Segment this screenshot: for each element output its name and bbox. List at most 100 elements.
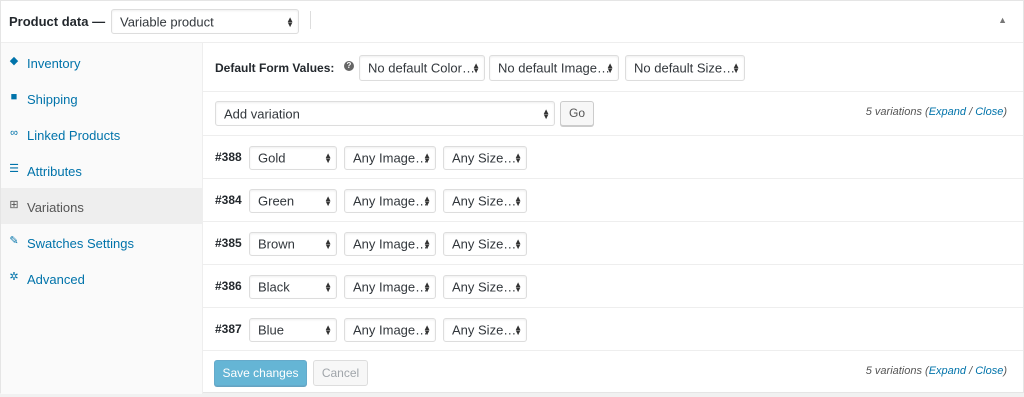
select-arrows-icon: ▲ ▼ xyxy=(542,106,550,121)
default-color-value: No default Color… xyxy=(368,60,475,76)
bulk-action-value: Add variation xyxy=(224,106,300,121)
collapse-toggle-icon[interactable]: ▲ xyxy=(998,15,1007,25)
expand-link[interactable]: Expand xyxy=(929,106,966,118)
count-text: 5 variations ( xyxy=(865,106,929,118)
tab-shipping[interactable]: ■ Shipping xyxy=(1,80,202,116)
divider xyxy=(203,91,1023,92)
variation-color-value: Blue xyxy=(258,322,285,338)
variations-panel: Default Form Values: ? No default Color…… xyxy=(203,43,1023,394)
variation-color-select[interactable]: Blue ▲ ▼ xyxy=(249,318,337,342)
inventory-icon: ◆ xyxy=(9,55,19,67)
select-arrows-icon: ▲ ▼ xyxy=(514,280,522,294)
tab-inventory[interactable]: ◆ Inventory xyxy=(1,44,202,80)
tab-label: Advanced xyxy=(27,272,85,287)
variation-size-value: Any Size… xyxy=(452,150,517,166)
select-arrows-icon: ▲ ▼ xyxy=(514,194,522,208)
variation-size-value: Any Size… xyxy=(452,193,517,209)
tab-label: Linked Products xyxy=(27,128,121,143)
variation-image-value: Any Image… xyxy=(353,236,429,252)
default-image-select[interactable]: No default Image… ▲ ▼ xyxy=(489,55,619,81)
bulk-action-select[interactable]: Add variation ▲ ▼ xyxy=(215,101,555,126)
select-arrows-icon: ▲ ▼ xyxy=(423,323,431,337)
select-arrows-icon: ▲ ▼ xyxy=(514,323,522,337)
select-arrows-icon: ▲ ▼ xyxy=(324,151,332,165)
variation-size-select[interactable]: Any Size… ▲ ▼ xyxy=(443,275,527,299)
variation-id: #388 xyxy=(215,150,242,164)
select-arrows-icon: ▲ ▼ xyxy=(324,194,332,208)
go-button[interactable]: Go xyxy=(560,101,594,126)
variation-image-select[interactable]: Any Image… ▲ ▼ xyxy=(344,146,436,170)
variation-id: #385 xyxy=(215,236,242,250)
tab-label: Variations xyxy=(27,200,84,215)
variation-row[interactable]: #386 Black ▲ ▼ Any Image… ▲ ▼ Any Size… ▲ ▼ xyxy=(203,265,1023,308)
variation-size-value: Any Size… xyxy=(452,236,517,252)
header-divider xyxy=(310,11,311,29)
select-arrows-icon: ▲ ▼ xyxy=(423,194,431,208)
variation-size-select[interactable]: Any Size… ▲ ▼ xyxy=(443,189,527,213)
tab-advanced[interactable]: ✲ Advanced xyxy=(1,260,202,296)
variation-row[interactable]: #387 Blue ▲ ▼ Any Image… ▲ ▼ Any Size… ▲ ▼ xyxy=(203,308,1023,351)
count-separator: / xyxy=(966,365,976,377)
variation-color-select[interactable]: Green ▲ ▼ xyxy=(249,189,337,213)
tab-swatches-settings[interactable]: ✎ Swatches Settings xyxy=(1,224,202,260)
variation-row[interactable]: #388 Gold ▲ ▼ Any Image… ▲ ▼ Any Size… ▲ ▼ xyxy=(203,136,1023,179)
select-arrows-icon: ▲ ▼ xyxy=(514,151,522,165)
truck-icon: ■ xyxy=(10,91,18,103)
count-end: ) xyxy=(1003,365,1007,377)
list-icon: ☰ xyxy=(9,163,19,175)
variation-color-select[interactable]: Gold ▲ ▼ xyxy=(249,146,337,170)
tab-label: Inventory xyxy=(27,56,81,71)
variation-id: #386 xyxy=(215,279,242,293)
gear-icon: ✲ xyxy=(9,271,19,283)
close-link[interactable]: Close xyxy=(975,365,1003,377)
divider xyxy=(203,350,1023,351)
select-arrows-icon: ▲ ▼ xyxy=(423,151,431,165)
variation-image-select[interactable]: Any Image… ▲ ▼ xyxy=(344,275,436,299)
variation-row[interactable]: #384 Green ▲ ▼ Any Image… ▲ ▼ Any Size… ▲ ▼ xyxy=(203,179,1023,222)
default-color-select[interactable]: No default Color… ▲ ▼ xyxy=(359,55,485,81)
tab-attributes[interactable]: ☰ Attributes xyxy=(1,152,202,188)
variation-image-select[interactable]: Any Image… ▲ ▼ xyxy=(344,189,436,213)
variation-image-value: Any Image… xyxy=(353,150,429,166)
product-type-select[interactable]: Variable product ▲ ▼ xyxy=(111,9,299,34)
variation-image-value: Any Image… xyxy=(353,322,429,338)
cancel-button[interactable]: Cancel xyxy=(313,360,368,386)
variation-color-select[interactable]: Black ▲ ▼ xyxy=(249,275,337,299)
help-icon[interactable]: ? xyxy=(344,61,354,71)
grid-icon: ⊞ xyxy=(9,199,19,211)
wrench-icon: ✎ xyxy=(9,235,19,247)
count-end: ) xyxy=(1003,106,1007,118)
variation-size-select[interactable]: Any Size… ▲ ▼ xyxy=(443,318,527,342)
save-button-label: Save changes xyxy=(222,366,299,380)
variation-size-select[interactable]: Any Size… ▲ ▼ xyxy=(443,232,527,256)
select-arrows-icon: ▲ ▼ xyxy=(423,280,431,294)
tab-label: Swatches Settings xyxy=(27,236,134,251)
variation-image-select[interactable]: Any Image… ▲ ▼ xyxy=(344,318,436,342)
close-link[interactable]: Close xyxy=(975,106,1003,118)
save-changes-button[interactable]: Save changes xyxy=(214,360,307,386)
select-arrows-icon: ▲ ▼ xyxy=(324,323,332,337)
panel-header: Product data — Variable product ▲ ▼ ▲ xyxy=(1,1,1023,43)
link-icon: ∞ xyxy=(10,127,18,139)
count-separator: / xyxy=(966,106,976,118)
variation-size-value: Any Size… xyxy=(452,322,517,338)
default-form-values-label: Default Form Values: xyxy=(215,61,335,75)
default-size-select[interactable]: No default Size… ▲ ▼ xyxy=(625,55,745,81)
default-size-value: No default Size… xyxy=(634,60,736,76)
variation-image-value: Any Image… xyxy=(353,279,429,295)
select-arrows-icon: ▲ ▼ xyxy=(423,237,431,251)
product-data-tabs: ◆ Inventory ■ Shipping ∞ Linked Products… xyxy=(1,43,203,394)
tab-linked-products[interactable]: ∞ Linked Products xyxy=(1,116,202,152)
panel-title: Product data — xyxy=(9,14,106,29)
select-arrows-icon: ▲ ▼ xyxy=(606,61,614,75)
variation-size-select[interactable]: Any Size… ▲ ▼ xyxy=(443,146,527,170)
product-type-value: Variable product xyxy=(120,14,214,29)
product-data-panel: Product data — Variable product ▲ ▼ ▲ ◆ I… xyxy=(0,0,1024,394)
expand-link[interactable]: Expand xyxy=(929,365,966,377)
variation-color-value: Green xyxy=(258,193,295,209)
variation-color-select[interactable]: Brown ▲ ▼ xyxy=(249,232,337,256)
variation-image-select[interactable]: Any Image… ▲ ▼ xyxy=(344,232,436,256)
tab-variations[interactable]: ⊞ Variations xyxy=(1,188,202,224)
variation-row[interactable]: #385 Brown ▲ ▼ Any Image… ▲ ▼ Any Size… ▲ ▼ xyxy=(203,222,1023,265)
cancel-button-label: Cancel xyxy=(321,366,360,380)
